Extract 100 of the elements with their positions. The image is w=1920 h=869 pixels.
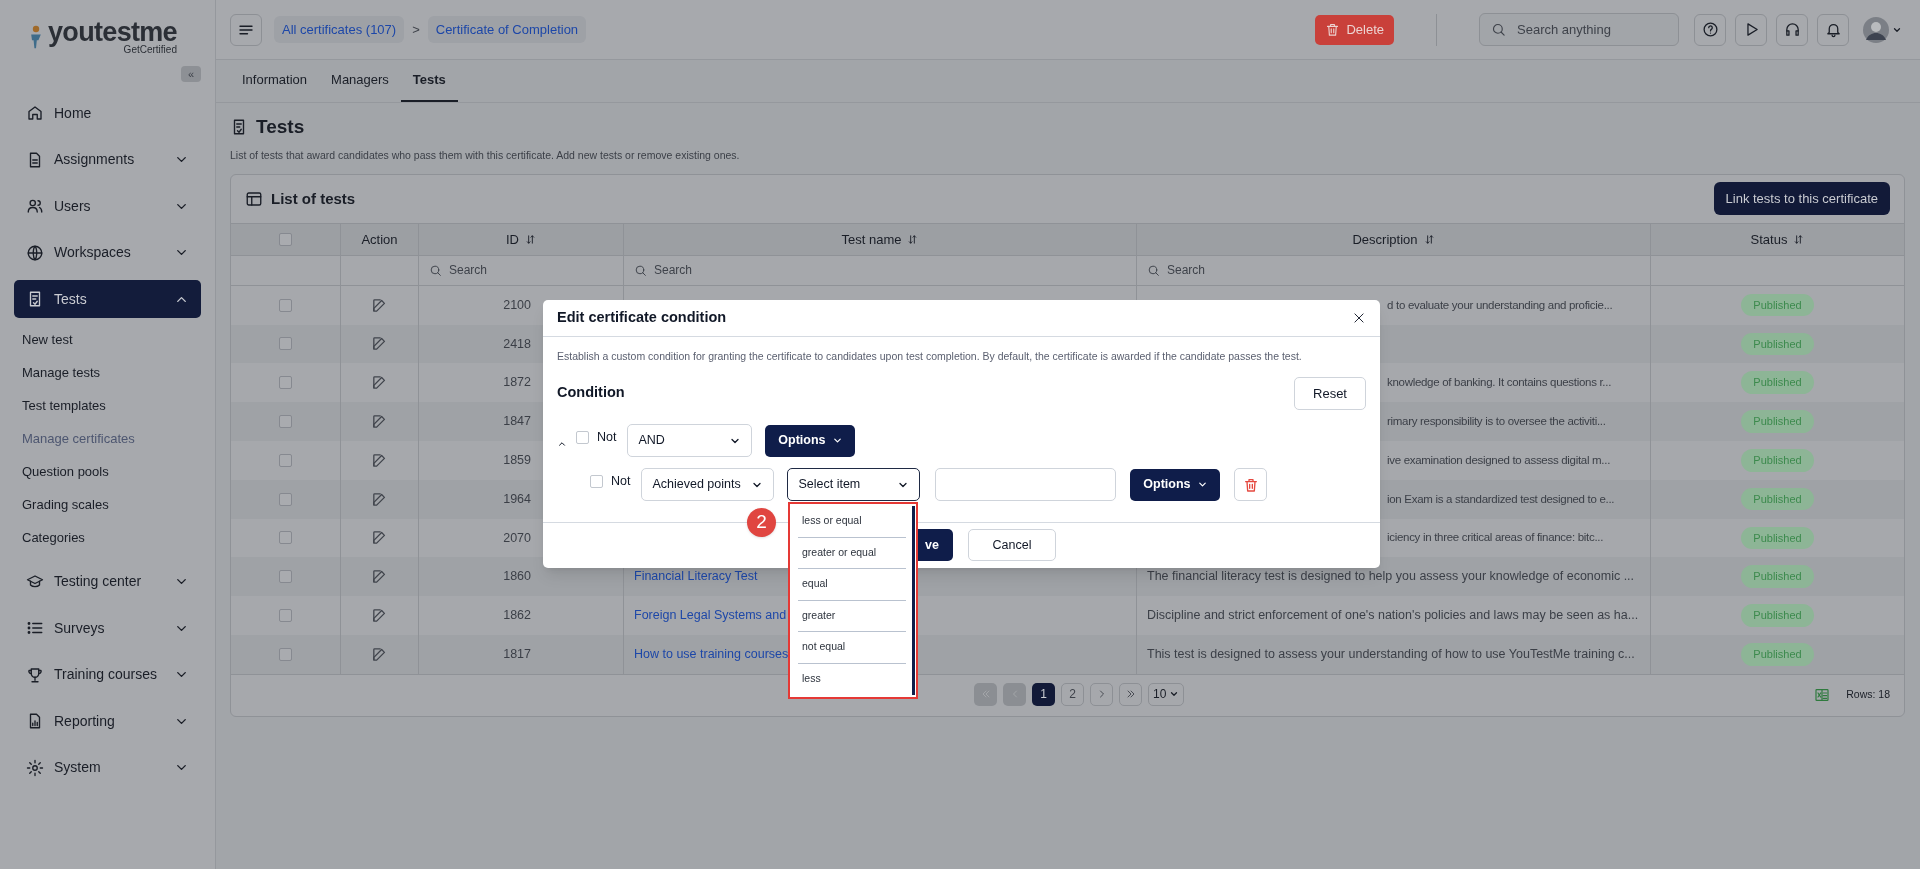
notifications-button[interactable] — [1817, 13, 1849, 46]
edit-button[interactable] — [371, 451, 388, 469]
dropdown-option[interactable]: less or equal — [798, 506, 906, 538]
edit-button[interactable] — [371, 529, 388, 547]
options-button[interactable]: Options — [765, 424, 856, 457]
checkbox[interactable] — [279, 376, 292, 390]
rows-count: Rows: 18 — [1846, 687, 1890, 703]
checkbox[interactable] — [279, 337, 292, 351]
logo-tagline: GetCertified — [123, 45, 177, 55]
close-icon — [1352, 311, 1366, 325]
edit-button[interactable] — [371, 490, 388, 508]
delete-rule-button[interactable] — [1234, 468, 1268, 502]
checkbox[interactable] — [590, 474, 603, 488]
column-header[interactable]: Description — [1352, 229, 1418, 249]
edit-icon — [371, 645, 388, 663]
tab[interactable]: Managers — [319, 60, 401, 102]
sidebar-item[interactable]: Assignments — [14, 140, 201, 179]
checkbox[interactable] — [279, 298, 292, 312]
column-filter-field[interactable]: Search — [429, 259, 613, 282]
value-input[interactable] — [935, 468, 1117, 502]
field-select[interactable]: Achieved points — [641, 468, 775, 502]
column-filter-field[interactable]: Search — [1147, 259, 1640, 282]
checkbox[interactable] — [279, 609, 292, 622]
edit-button[interactable] — [371, 645, 388, 663]
table-cell-text: Discipline and strict enforcement of one's nation's policies and laws may be seen as ha... — [1147, 607, 1639, 625]
column-filter-field[interactable]: Search — [634, 259, 1126, 282]
sidebar-item[interactable]: Reporting — [14, 702, 201, 740]
play-button[interactable] — [1735, 13, 1767, 46]
sidebar-item[interactable]: Home — [14, 94, 201, 132]
close-button[interactable] — [1352, 311, 1366, 325]
edit-button[interactable] — [371, 568, 388, 586]
cancel-button[interactable]: Cancel — [968, 529, 1056, 562]
help-button[interactable] — [1694, 13, 1726, 46]
dropdown-option[interactable]: greater or equal — [798, 537, 906, 569]
edit-icon — [371, 374, 388, 392]
trash-icon — [1242, 476, 1259, 493]
edit-button[interactable] — [371, 607, 388, 624]
sidebar-item[interactable]: Users — [14, 187, 201, 225]
sidebar-item[interactable]: Testing center — [14, 562, 201, 601]
page-button[interactable]: 1 — [1032, 682, 1055, 706]
menu-button[interactable] — [230, 13, 262, 46]
edit-button[interactable] — [371, 374, 388, 392]
breadcrumb-separator: > — [412, 20, 420, 39]
sidebar-item[interactable]: Workspaces — [14, 233, 201, 272]
checkbox[interactable] — [279, 453, 292, 467]
user-menu[interactable] — [1863, 16, 1902, 43]
checkbox[interactable] — [279, 647, 292, 661]
page-button[interactable]: 2 — [1061, 682, 1084, 706]
edit-button[interactable] — [371, 413, 388, 431]
last-page-button[interactable] — [1119, 682, 1142, 706]
sidebar-item[interactable]: Tests — [14, 280, 201, 318]
search-icon — [1147, 263, 1160, 277]
checkbox[interactable] — [279, 531, 292, 545]
checkbox[interactable] — [576, 430, 589, 444]
card-title: List of tests — [271, 188, 356, 209]
sidebar-subitem[interactable]: New test — [14, 323, 201, 357]
options-button[interactable]: Options — [1130, 468, 1221, 501]
column-header[interactable]: Action — [361, 229, 398, 249]
column-header[interactable]: Status — [1750, 229, 1788, 249]
search-icon — [429, 263, 442, 277]
tab[interactable]: Information — [230, 60, 320, 102]
checkbox[interactable] — [279, 570, 292, 584]
sidebar-item[interactable]: Surveys — [14, 609, 201, 647]
column-header[interactable]: ID — [506, 229, 519, 249]
dropdown-option[interactable]: equal — [798, 569, 906, 601]
page-size-select[interactable]: 10 — [1148, 682, 1185, 706]
edit-button[interactable] — [371, 335, 388, 353]
edit-icon — [371, 296, 388, 314]
dropdown-option[interactable]: not equal — [798, 632, 906, 664]
column-header[interactable]: Test name — [841, 229, 902, 249]
search-icon — [634, 263, 647, 277]
edit-button[interactable] — [371, 296, 388, 314]
table-cell-text: 1859 — [503, 451, 531, 469]
status-badge: Published — [1741, 332, 1814, 356]
checkbox[interactable] — [279, 415, 292, 429]
sidebar-subitem[interactable]: Manage tests — [14, 356, 201, 390]
dropdown-option[interactable]: greater — [798, 600, 906, 632]
sidebar-subitem[interactable]: Test templates — [14, 389, 201, 423]
reset-button[interactable]: Reset — [1294, 376, 1366, 410]
sidebar-item[interactable]: Training courses — [14, 655, 201, 694]
dropdown-option[interactable]: less — [798, 663, 906, 695]
support-button[interactable] — [1776, 13, 1808, 46]
table-cell-text: ive examination designed to assess digital m... — [1387, 452, 1611, 468]
test-name-link[interactable]: Foreign Legal Systems and — [634, 606, 787, 625]
sidebar-subitem[interactable]: Grading scales — [14, 488, 201, 522]
tab[interactable]: Tests — [400, 60, 458, 102]
checkbox[interactable] — [279, 232, 292, 246]
sidebar-item[interactable]: System — [14, 748, 201, 787]
status-badge: Published — [1741, 487, 1814, 511]
checkbox[interactable] — [279, 492, 292, 506]
search-field[interactable]: Search anything — [1479, 13, 1679, 46]
scrollbar[interactable] — [912, 506, 915, 695]
edit-icon — [371, 413, 388, 431]
table-cell-text: iciency in three critical areas of finance: bitc... — [1387, 530, 1604, 546]
sidebar-subitem[interactable]: Question pools — [14, 455, 201, 489]
comparator-select[interactable]: Select item — [787, 468, 921, 502]
link-tests-button[interactable]: Link tests to this certificate — [1713, 182, 1890, 216]
search-icon — [1491, 22, 1506, 37]
operator-select[interactable]: AND — [627, 424, 753, 458]
sidebar-subitem[interactable]: Categories — [14, 521, 201, 555]
